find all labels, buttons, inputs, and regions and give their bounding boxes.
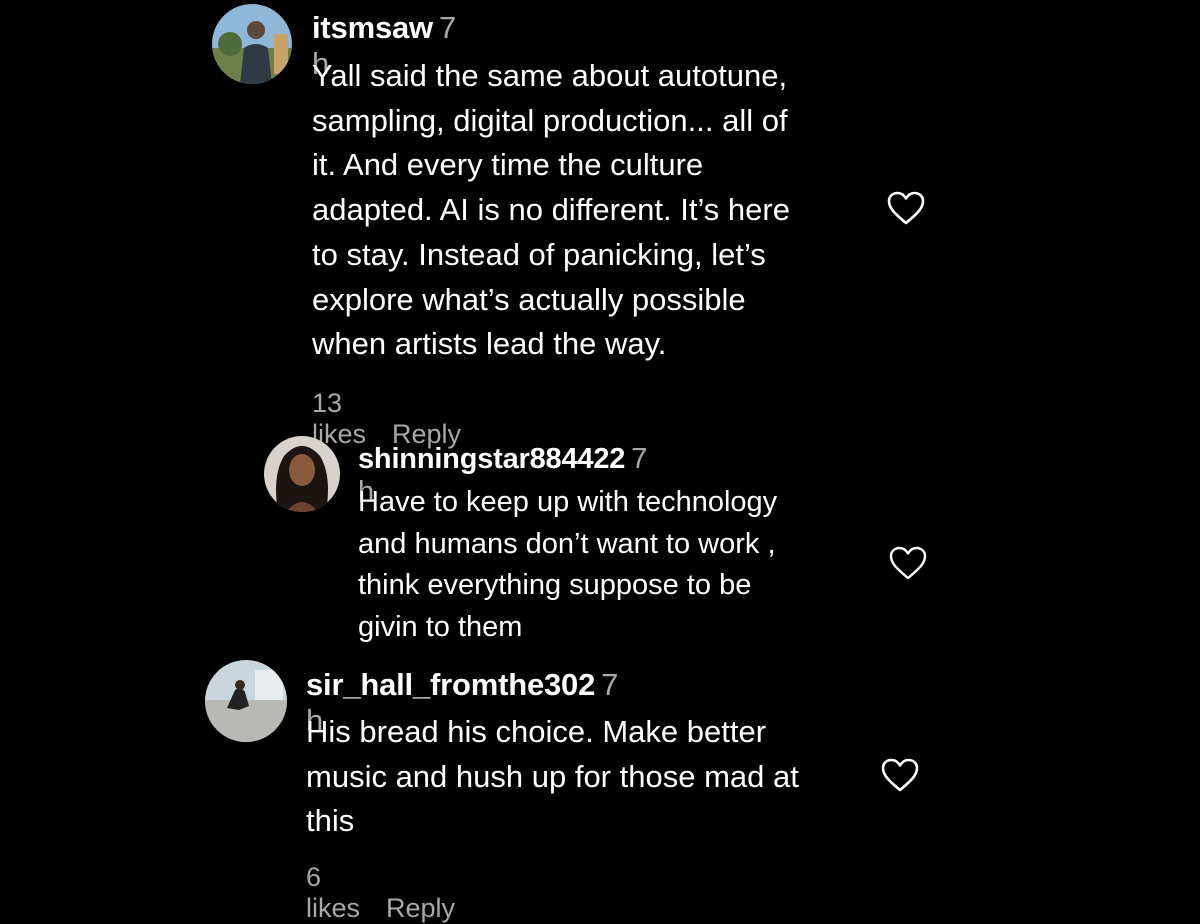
comment-line: this	[306, 803, 355, 839]
heart-outline-icon[interactable]	[880, 757, 920, 793]
likes-count[interactable]: 6 likes	[306, 862, 360, 923]
comment-text: Yall said the same about autotune, sampl…	[312, 54, 872, 367]
comment-line: think everything suppose to be	[358, 569, 752, 601]
comment-line: music and hush up for those mad at	[306, 758, 799, 794]
heart-outline-icon[interactable]	[886, 190, 926, 226]
comment-text: Have to keep up with technology and huma…	[358, 482, 878, 648]
comment-line: Have to keep up with technology	[358, 486, 778, 518]
comment-line: to stay. Instead of panicking, let’s	[312, 236, 766, 272]
comment-line: when artists lead the way.	[312, 326, 667, 362]
avatar-image	[264, 436, 340, 512]
comment-line: sampling, digital production... all of	[312, 102, 788, 138]
comment-line: Yall said the same about autotune,	[312, 58, 788, 93]
comment-line: givin to them	[358, 610, 523, 643]
username[interactable]: shinningstar884422	[358, 443, 625, 475]
comment-actions: 6 likes Reply	[306, 862, 481, 924]
comment-text: His bread his choice. Make better music …	[306, 710, 876, 844]
heart-outline-icon[interactable]	[888, 545, 928, 581]
avatar[interactable]	[205, 660, 287, 742]
comment-actions: 13 likes Reply	[312, 388, 487, 450]
comment-line: adapted. AI is no different. It’s here	[312, 192, 790, 228]
avatar[interactable]	[264, 436, 340, 512]
username[interactable]: itsmsaw	[312, 10, 433, 45]
username[interactable]: sir_hall_fromthe302	[306, 667, 595, 702]
reply-button[interactable]: Reply	[386, 893, 455, 923]
avatar-image	[205, 660, 287, 742]
comment-line: His bread his choice. Make better	[306, 714, 767, 749]
comment-line: and humans don’t want to work ,	[358, 527, 776, 560]
comment-line: explore what’s actually possible	[312, 281, 746, 317]
avatar-image	[212, 4, 292, 84]
avatar[interactable]	[212, 4, 292, 84]
comment-line: it. And every time the culture	[312, 147, 704, 183]
